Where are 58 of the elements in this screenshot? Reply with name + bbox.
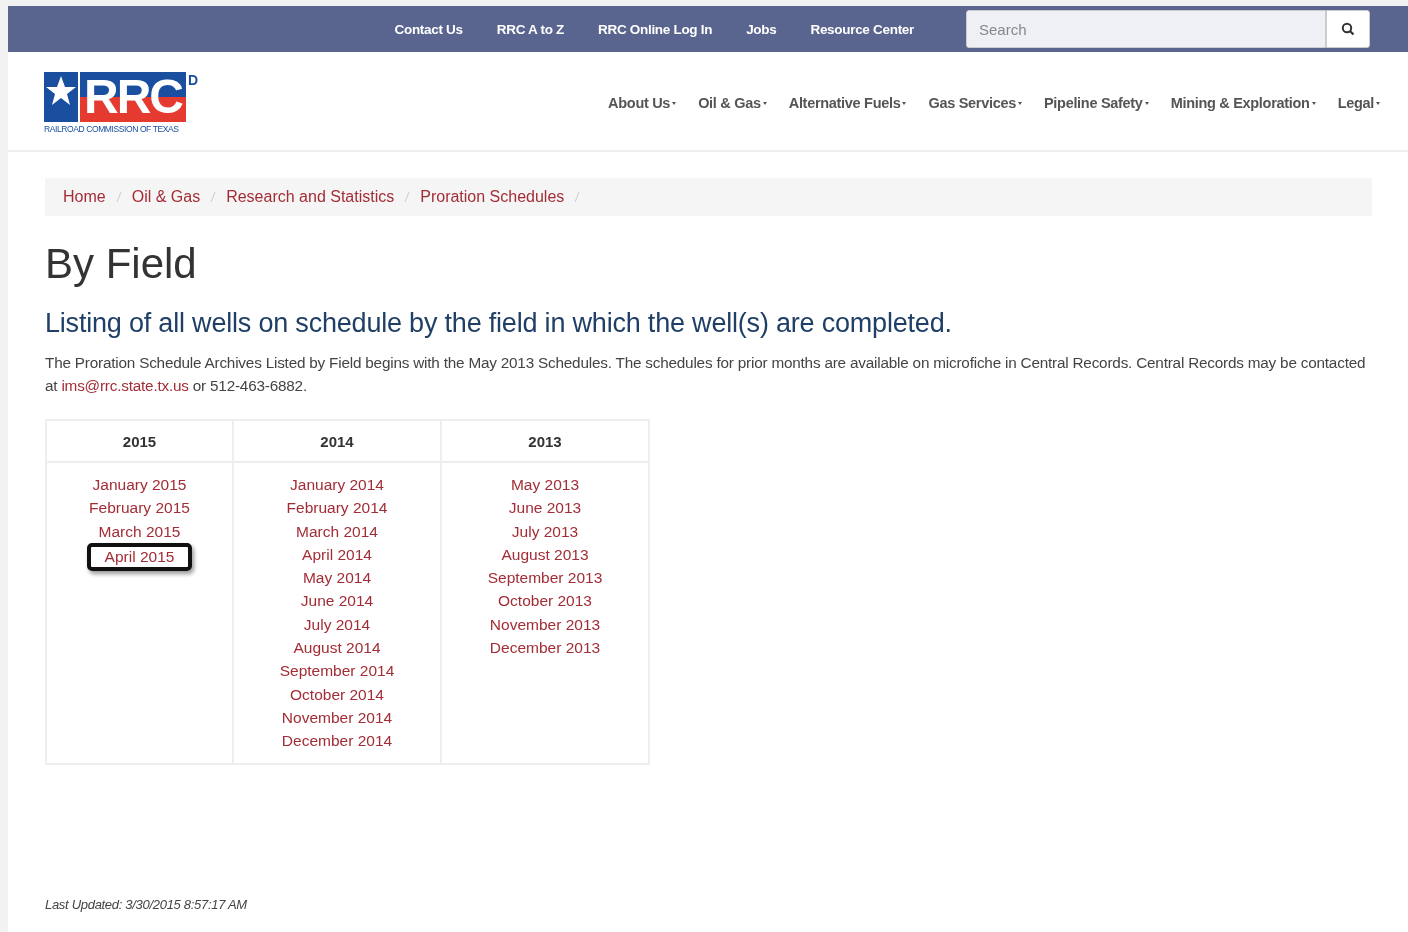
top-nav-link[interactable]: RRC Online Log In: [598, 21, 713, 37]
year-header: 2015: [46, 420, 233, 462]
top-nav-link[interactable]: RRC A to Z: [496, 21, 564, 37]
search-field[interactable]: Search: [966, 10, 1326, 48]
logo-caption: RAILROAD COMMISSION OF TEXAS: [44, 124, 180, 134]
breadcrumb-link[interactable]: Research and Statistics: [226, 188, 395, 206]
main-nav-menu[interactable]: Alternative Fuels: [788, 95, 907, 111]
search-button[interactable]: [1326, 10, 1370, 48]
month-link[interactable]: May 2013: [496, 473, 594, 497]
month-link[interactable]: March 2014: [282, 519, 392, 543]
page-subtitle: Listing of all wells on schedule by the field in which the well(s) are completed.: [45, 308, 953, 339]
month-link[interactable]: September 2014: [265, 659, 409, 683]
separator-icon: [210, 191, 217, 203]
page-title: By Field: [45, 240, 198, 288]
month-link[interactable]: December 2013: [475, 636, 615, 660]
year-header: 2013: [441, 420, 649, 462]
breadcrumb-link[interactable]: Proration Schedules: [420, 188, 565, 206]
main-nav-menu[interactable]: Mining & Exploration: [1170, 95, 1316, 111]
separator-icon: [404, 191, 411, 203]
main-nav-menu[interactable]: About Us: [608, 95, 677, 111]
month-link[interactable]: February 2014: [272, 496, 402, 520]
year-header: 2014: [233, 420, 441, 462]
last-updated-text: Last Updated: 3/30/2015 8:57:17 AM: [45, 896, 248, 912]
month-link[interactable]: July 2013: [497, 519, 593, 543]
month-link[interactable]: June 2013: [494, 496, 596, 520]
month-link[interactable]: October 2013: [484, 589, 606, 613]
separator-icon: [115, 191, 122, 203]
month-link[interactable]: June 2014: [286, 589, 388, 613]
separator-icon: [574, 191, 581, 203]
main-nav-menu[interactable]: Legal: [1337, 95, 1380, 111]
top-nav-link[interactable]: Resource Center: [810, 21, 914, 37]
month-link[interactable]: August 2013: [487, 542, 603, 567]
month-link[interactable]: August 2014: [279, 636, 395, 660]
main-nav-menu[interactable]: Oil & Gas: [698, 95, 767, 111]
month-link[interactable]: November 2014: [267, 705, 407, 730]
search-icon: [1341, 22, 1355, 36]
top-nav-link[interactable]: Jobs: [746, 21, 777, 37]
month-link[interactable]: April 2014: [288, 542, 386, 567]
month-link[interactable]: January 2015: [78, 473, 201, 497]
logo-mark-text: D: [188, 72, 199, 88]
intro-paragraph: The Proration Schedule Archives Listed by Field begins with the May 2013 Schedules. The schedules for prior months are available on microfiche in Central Records. Central Records may be contacted at ims@rrc.state.tx.us or 512-463-6882.: [45, 353, 1367, 396]
month-link[interactable]: April 2015: [86, 542, 193, 571]
month-link[interactable]: December 2014: [267, 729, 407, 753]
month-link[interactable]: July 2014: [289, 612, 385, 637]
top-nav-link[interactable]: Contact Us: [394, 21, 463, 37]
breadcrumb-link[interactable]: Home: [63, 188, 106, 206]
star-flag-icon: [44, 72, 78, 122]
month-link[interactable]: February 2015: [75, 496, 204, 520]
month-link[interactable]: October 2014: [276, 682, 398, 706]
main-nav-menu[interactable]: Gas Services: [928, 95, 1022, 111]
month-link[interactable]: January 2014: [276, 473, 398, 497]
breadcrumb-link[interactable]: Oil & Gas: [131, 188, 201, 206]
month-link[interactable]: March 2015: [84, 519, 195, 543]
email-link[interactable]: ims@rrc.state.tx.us: [61, 377, 189, 394]
main-nav-menu[interactable]: Pipeline Safety: [1043, 95, 1149, 111]
month-link[interactable]: May 2014: [288, 566, 386, 590]
month-link[interactable]: November 2013: [475, 612, 615, 637]
month-link[interactable]: September 2013: [473, 566, 617, 590]
